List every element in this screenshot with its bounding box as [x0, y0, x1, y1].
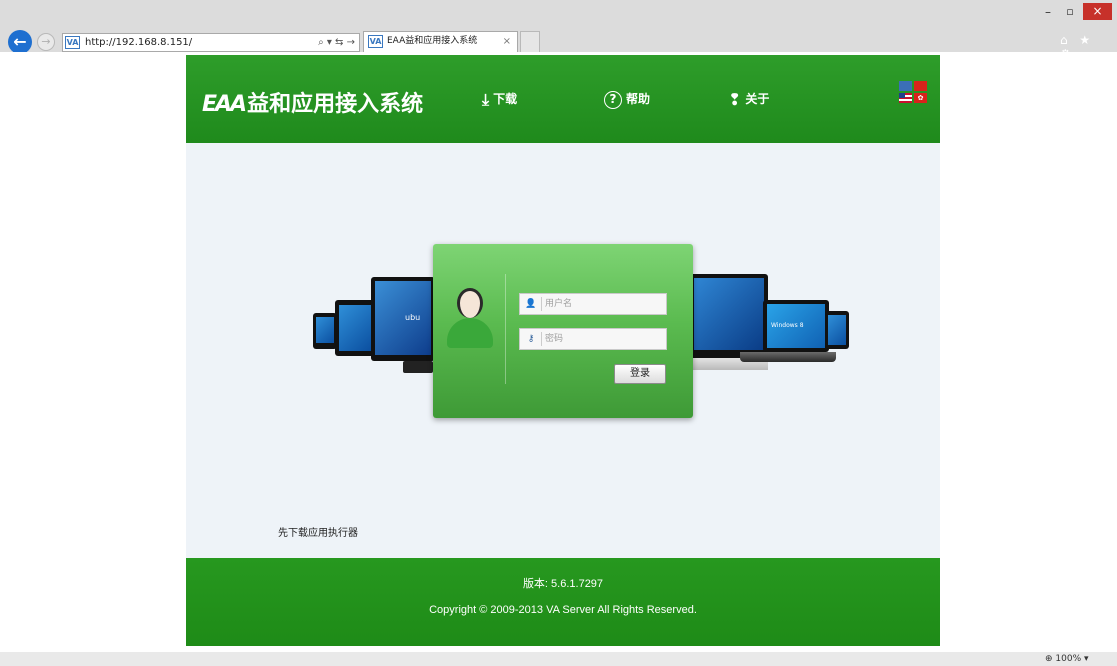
username-input[interactable]	[545, 296, 663, 312]
language-flags[interactable]: ✿	[899, 81, 929, 105]
zoom-icon: ⊕	[1045, 654, 1056, 664]
nav-about-label: 关于	[745, 92, 770, 106]
browser-status-bar: ⊕ 100% ▾	[0, 652, 1117, 666]
nav-download-label: 下载	[493, 92, 518, 106]
laptop-base	[740, 352, 836, 362]
version-text: 版本: 5.6.1.7297	[522, 578, 604, 590]
tab-title: EAA益和应用接入系统	[387, 36, 478, 46]
close-window-button[interactable]: ×	[1083, 3, 1112, 20]
login-button[interactable]: 登录	[614, 364, 666, 384]
user-icon: 👤	[525, 299, 537, 309]
site-header: EAA益和应用接入系统 ⤓ 下载 ? 帮助 ❢ 关于 ✿	[186, 55, 940, 143]
about-icon: ❢	[728, 89, 742, 109]
flag-hongkong-icon[interactable]: ✿	[914, 93, 927, 103]
site-favicon-icon: VA	[65, 36, 80, 49]
small-tablet-image	[825, 311, 849, 349]
download-icon: ⤓	[482, 89, 490, 109]
restore-button[interactable]: ▫	[1060, 6, 1080, 20]
nav-download[interactable]: ⤓ 下载	[482, 89, 517, 109]
back-button[interactable]: ←	[8, 30, 32, 54]
key-icon: ⚷	[527, 334, 535, 344]
nav-help-label: 帮助	[626, 92, 651, 106]
forward-button[interactable]: →	[37, 33, 55, 51]
home-favorites-settings-icons[interactable]: ⌂ ★ ⚙	[1060, 33, 1112, 61]
address-url[interactable]: http://192.168.8.151/	[85, 34, 192, 51]
flag-global-icon[interactable]	[899, 81, 912, 91]
login-panel: 👤 ⚷ 登录	[433, 244, 693, 418]
minimize-button[interactable]: –	[1038, 6, 1058, 20]
copyright-text: Copyright © 2009-2013 VA Server All Righ…	[429, 604, 697, 616]
new-tab-button[interactable]	[520, 31, 540, 52]
nav-about[interactable]: ❢ 关于	[728, 89, 769, 109]
address-bar[interactable]: VA http://192.168.8.151/ ⌕ ▾ ⇆ →	[62, 33, 360, 52]
monitor-stand	[403, 361, 433, 373]
tablet-device-image	[335, 300, 375, 356]
browser-chrome: ← → VA http://192.168.8.151/ ⌕ ▾ ⇆ → VA …	[0, 0, 1117, 61]
password-input[interactable]	[545, 331, 663, 347]
site-footer: 版本: 5.6.1.7297 Copyright © 2009-2013 VA …	[186, 558, 940, 646]
user-avatar-icon	[447, 288, 493, 350]
flag-usa-icon[interactable]	[899, 93, 912, 103]
login-divider	[505, 274, 506, 384]
ubuntu-monitor-image: ubu	[371, 277, 435, 361]
nav-help[interactable]: ? 帮助	[604, 89, 650, 109]
logo-mark: EAA	[202, 92, 247, 117]
site-logo[interactable]: EAA益和应用接入系统	[202, 86, 423, 118]
ubuntu-label: ubu	[405, 313, 421, 322]
phone-device-image	[313, 313, 337, 349]
zoom-value: 100%	[1055, 654, 1082, 664]
flag-china-icon[interactable]	[914, 81, 927, 91]
download-executor-link[interactable]: 先下载应用执行器	[278, 524, 358, 539]
password-field[interactable]: ⚷	[519, 328, 667, 350]
address-tools-icon[interactable]: ⌕ ▾ ⇆ →	[318, 34, 355, 51]
imac-device-image	[690, 274, 768, 358]
tab-favicon-icon: VA	[368, 35, 383, 48]
zoom-level[interactable]: ⊕ 100% ▾	[1045, 652, 1089, 666]
tab-close-icon[interactable]: ×	[503, 32, 511, 51]
help-icon: ?	[604, 90, 622, 109]
tab-eaa[interactable]: VA EAA益和应用接入系统 ×	[363, 31, 518, 52]
windows-label: Windows 8	[771, 322, 804, 329]
windows-laptop-image: Windows 8	[763, 300, 829, 352]
username-field[interactable]: 👤	[519, 293, 667, 315]
logo-title: 益和应用接入系统	[247, 92, 424, 117]
